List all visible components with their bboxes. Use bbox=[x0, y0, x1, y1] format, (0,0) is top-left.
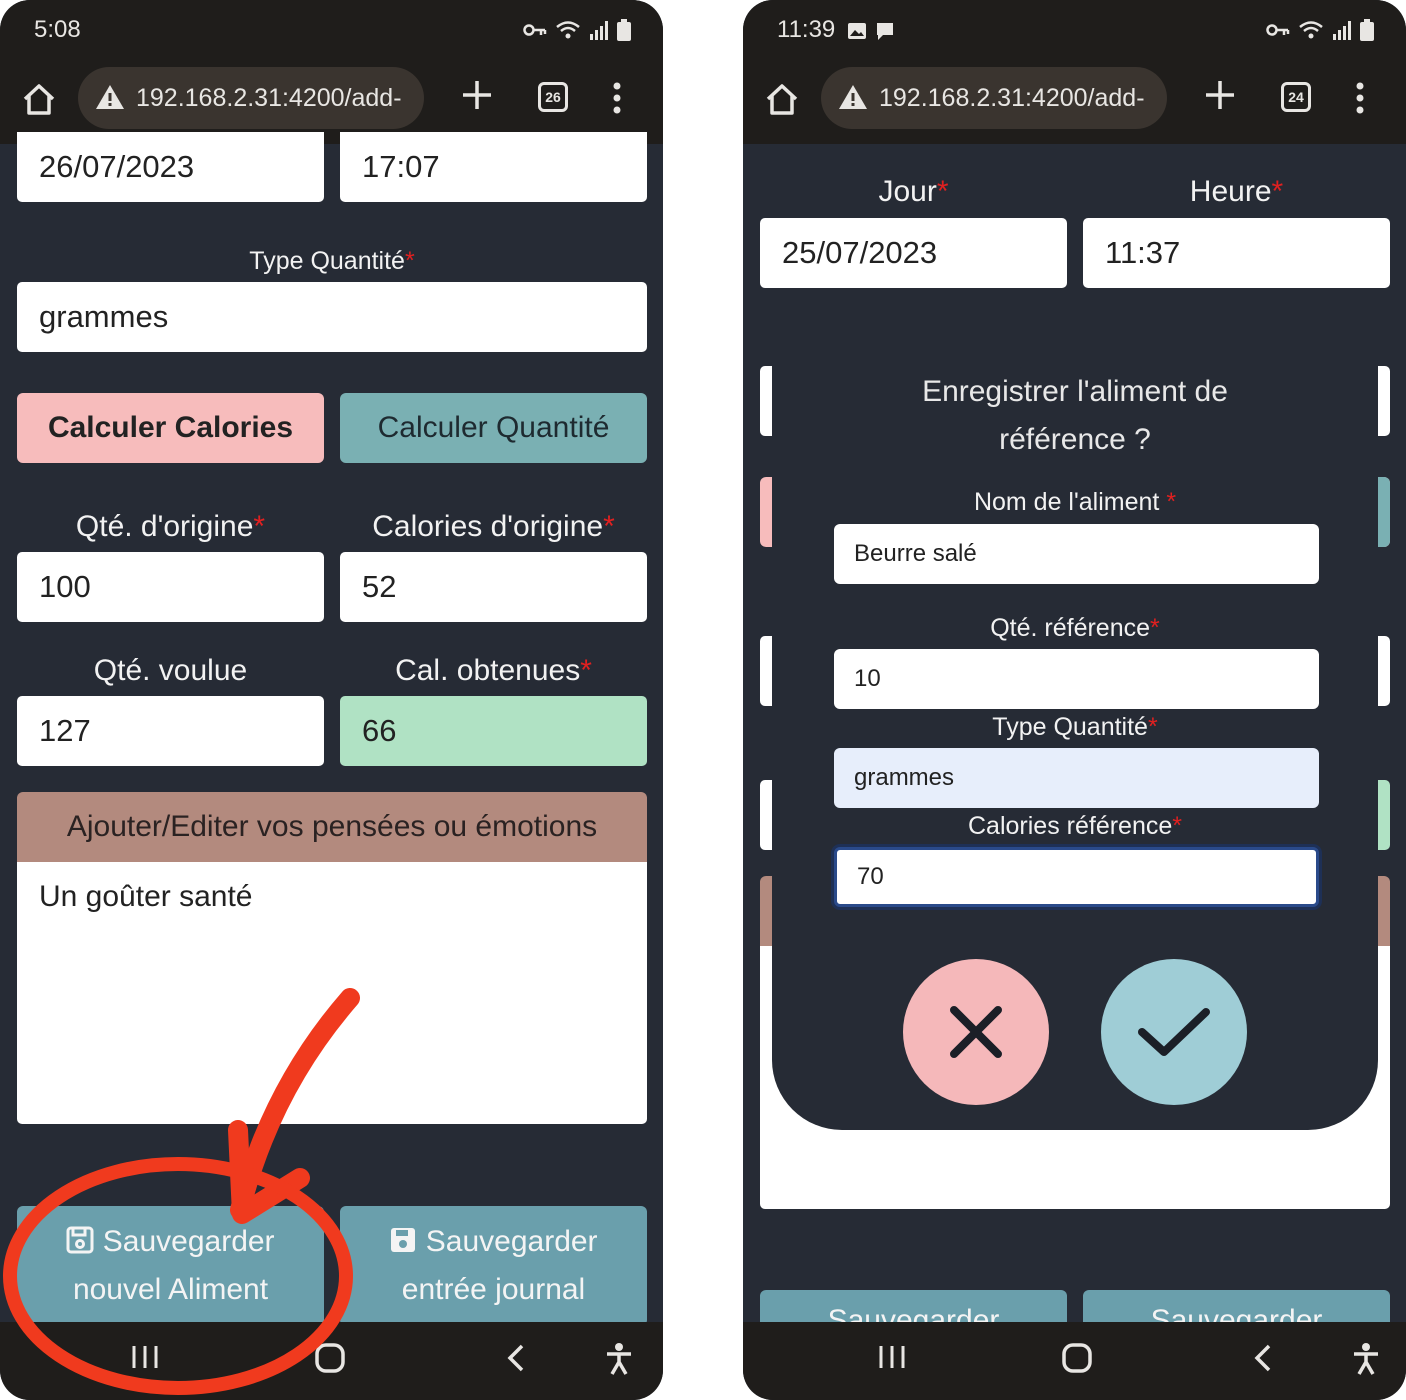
warning-icon[interactable] bbox=[94, 83, 126, 111]
cancel-button[interactable] bbox=[903, 959, 1049, 1105]
food-name-input[interactable]: Beurre salé bbox=[834, 524, 1319, 584]
accessibility-icon[interactable] bbox=[1351, 1342, 1381, 1376]
image-notification-icon bbox=[848, 23, 866, 39]
vpn-key-icon bbox=[1266, 24, 1290, 36]
reference-type-label-text: Type Quantité bbox=[992, 713, 1148, 741]
save-journal-line1: Sauvegarder bbox=[389, 1218, 598, 1266]
required-star: * bbox=[936, 175, 949, 208]
confirm-button[interactable] bbox=[1101, 959, 1247, 1105]
recent-apps-icon[interactable] bbox=[877, 1342, 907, 1372]
status-bar: 11:39 bbox=[743, 0, 1406, 60]
vpn-key-icon bbox=[523, 24, 547, 36]
new-tab-icon[interactable] bbox=[1203, 78, 1237, 112]
battery-icon bbox=[617, 19, 631, 41]
url-text[interactable]: 192.168.2.31:4200/add- bbox=[136, 84, 416, 113]
check-icon bbox=[1138, 1008, 1210, 1056]
home-icon[interactable] bbox=[765, 82, 799, 116]
required-star: * bbox=[603, 510, 615, 543]
message-notification-icon bbox=[877, 23, 893, 40]
date-input[interactable]: 25/07/2023 bbox=[760, 218, 1067, 288]
time-input[interactable]: 17:07 bbox=[340, 132, 647, 202]
status-icons bbox=[1266, 19, 1374, 41]
dialog-title-line2: référence ? bbox=[999, 423, 1151, 456]
back-nav-icon[interactable] bbox=[502, 1342, 530, 1374]
new-tab-icon[interactable] bbox=[460, 78, 494, 112]
day-label-text: Jour bbox=[878, 175, 937, 208]
wanted-quantity-input[interactable]: 127 bbox=[17, 696, 324, 766]
type-quantity-input[interactable]: grammes bbox=[17, 282, 647, 352]
tab-switcher-button[interactable]: 26 bbox=[538, 82, 568, 112]
reference-type-input[interactable]: grammes bbox=[834, 748, 1319, 808]
reference-calories-label: Calories référence* bbox=[772, 812, 1378, 841]
date-input[interactable]: 26/07/2023 bbox=[17, 132, 324, 202]
reference-quantity-label: Qté. référence* bbox=[772, 614, 1378, 643]
reference-calories-label-text: Calories référence bbox=[968, 812, 1173, 840]
thoughts-header-button[interactable]: Ajouter/Editer vos pensées ou émotions bbox=[17, 792, 647, 862]
required-star: * bbox=[1172, 812, 1182, 840]
type-quantity-label-text: Type Quantité bbox=[249, 247, 405, 275]
hour-label-text: Heure bbox=[1189, 175, 1272, 208]
reference-calories-input[interactable]: 70 bbox=[834, 847, 1319, 907]
food-name-label-text: Nom de l'aliment bbox=[973, 488, 1160, 516]
close-icon bbox=[950, 1006, 1002, 1058]
more-options-icon[interactable] bbox=[610, 82, 624, 114]
status-time: 11:39 bbox=[777, 16, 836, 43]
wanted-quantity-label: Qté. voulue bbox=[93, 654, 248, 687]
required-star: * bbox=[1147, 713, 1158, 741]
original-quantity-label: Qté. d'origine* bbox=[17, 510, 324, 544]
android-nav-bar bbox=[743, 1322, 1406, 1400]
address-bar[interactable]: 192.168.2.31:4200/add- bbox=[78, 67, 424, 129]
dialog-title: Enregistrer l'aliment de référence ? bbox=[772, 368, 1378, 464]
save-journal-text2: entrée journal bbox=[401, 1273, 586, 1306]
signal-icon bbox=[590, 21, 608, 40]
home-icon[interactable] bbox=[22, 82, 56, 116]
time-input[interactable]: 11:37 bbox=[1083, 218, 1390, 288]
obtained-calories-label-text: Cal. obtenues bbox=[395, 654, 581, 687]
required-star: * bbox=[1150, 614, 1160, 642]
required-star: * bbox=[404, 247, 415, 275]
address-bar[interactable]: 192.168.2.31:4200/add- bbox=[821, 67, 1167, 129]
hour-label: Heure* bbox=[1083, 175, 1390, 209]
more-options-icon[interactable] bbox=[1353, 82, 1367, 114]
food-name-label: Nom de l'aliment * bbox=[772, 488, 1378, 517]
original-calories-label: Calories d'origine* bbox=[340, 510, 647, 544]
required-star: * bbox=[580, 654, 592, 687]
original-calories-label-text: Calories d'origine bbox=[372, 510, 604, 543]
browser-toolbar: 192.168.2.31:4200/add- 24 bbox=[743, 60, 1406, 144]
dialog-title-line1: Enregistrer l'aliment de bbox=[922, 375, 1228, 408]
original-quantity-label-text: Qté. d'origine bbox=[75, 510, 254, 543]
calculate-quantity-button[interactable]: Calculer Quantité bbox=[340, 393, 647, 463]
back-nav-icon[interactable] bbox=[1249, 1342, 1277, 1374]
wifi-icon bbox=[556, 21, 580, 39]
required-star: * bbox=[253, 510, 266, 543]
original-quantity-input[interactable]: 100 bbox=[17, 552, 324, 622]
original-calories-input[interactable]: 52 bbox=[340, 552, 647, 622]
required-star: * bbox=[1271, 175, 1284, 208]
obtained-calories-input[interactable]: 66 bbox=[340, 696, 647, 766]
red-annotation bbox=[3, 988, 360, 1395]
status-time: 5:08 bbox=[34, 16, 81, 43]
battery-icon bbox=[1360, 19, 1374, 41]
accessibility-icon[interactable] bbox=[604, 1342, 634, 1376]
wifi-icon bbox=[1299, 21, 1323, 39]
reference-type-label: Type Quantité* bbox=[772, 713, 1378, 742]
day-label: Jour* bbox=[760, 175, 1067, 209]
save-journal-text1: Sauvegarder bbox=[425, 1225, 598, 1258]
reference-quantity-input[interactable]: 10 bbox=[834, 649, 1319, 709]
warning-icon[interactable] bbox=[837, 83, 869, 111]
annotation-circle bbox=[3, 1157, 353, 1395]
reference-quantity-label-text: Qté. référence bbox=[990, 614, 1151, 642]
tab-switcher-button[interactable]: 24 bbox=[1281, 82, 1311, 112]
required-star: * bbox=[1166, 488, 1177, 516]
home-nav-icon[interactable] bbox=[1061, 1342, 1093, 1374]
save-reference-food-dialog: Enregistrer l'aliment de référence ? Nom… bbox=[772, 366, 1378, 1130]
signal-icon bbox=[1333, 21, 1351, 40]
obtained-calories-label: Cal. obtenues* bbox=[340, 654, 647, 688]
type-quantity-label: Type Quantité* bbox=[17, 247, 647, 276]
url-text[interactable]: 192.168.2.31:4200/add- bbox=[879, 84, 1159, 113]
calculate-calories-button[interactable]: Calculer Calories bbox=[17, 393, 324, 463]
status-bar: 5:08 bbox=[0, 0, 663, 60]
status-icons bbox=[523, 19, 631, 41]
